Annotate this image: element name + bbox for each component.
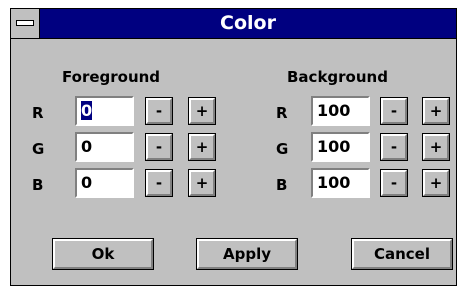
- foreground-label: Foreground: [62, 68, 161, 86]
- foreground-g-value: 0: [81, 137, 93, 156]
- background-g-value: 100: [317, 137, 351, 156]
- foreground-r-plus-button[interactable]: +: [188, 97, 216, 125]
- title-bar: Color: [11, 9, 456, 39]
- background-b-value: 100: [317, 173, 351, 192]
- cancel-button[interactable]: Cancel: [351, 238, 453, 270]
- background-r-label: R: [276, 104, 288, 122]
- background-b-label: B: [276, 176, 288, 194]
- window-title: Color: [220, 12, 276, 34]
- color-dialog: Color Foreground R 0 - + G 0 - + B 0 - +…: [10, 8, 457, 286]
- background-r-plus-button[interactable]: +: [422, 97, 450, 125]
- foreground-g-minus-button[interactable]: -: [145, 133, 173, 161]
- background-r-value: 100: [317, 101, 351, 120]
- foreground-b-minus-button[interactable]: -: [145, 169, 173, 197]
- background-g-minus-button[interactable]: -: [380, 133, 408, 161]
- foreground-g-plus-button[interactable]: +: [188, 133, 216, 161]
- foreground-b-value: 0: [81, 173, 93, 192]
- foreground-b-label: B: [32, 176, 44, 194]
- background-b-plus-button[interactable]: +: [422, 169, 450, 197]
- foreground-b-plus-button[interactable]: +: [188, 169, 216, 197]
- foreground-g-input[interactable]: 0: [75, 132, 134, 162]
- foreground-b-input[interactable]: 0: [75, 168, 134, 198]
- background-b-input[interactable]: 100: [311, 168, 370, 198]
- background-b-minus-button[interactable]: -: [380, 169, 408, 197]
- background-g-plus-button[interactable]: +: [422, 133, 450, 161]
- ok-button[interactable]: Ok: [52, 238, 154, 270]
- foreground-g-label: G: [32, 140, 45, 158]
- foreground-r-value: 0: [81, 101, 93, 120]
- apply-button[interactable]: Apply: [196, 238, 298, 270]
- system-menu-button[interactable]: [11, 9, 40, 38]
- foreground-r-input[interactable]: 0: [75, 96, 134, 126]
- background-g-input[interactable]: 100: [311, 132, 370, 162]
- foreground-r-label: R: [32, 104, 44, 122]
- foreground-r-minus-button[interactable]: -: [145, 97, 173, 125]
- background-r-input[interactable]: 100: [311, 96, 370, 126]
- background-r-minus-button[interactable]: -: [380, 97, 408, 125]
- background-label: Background: [287, 68, 388, 86]
- background-g-label: G: [276, 140, 289, 158]
- system-menu-icon: [16, 20, 34, 26]
